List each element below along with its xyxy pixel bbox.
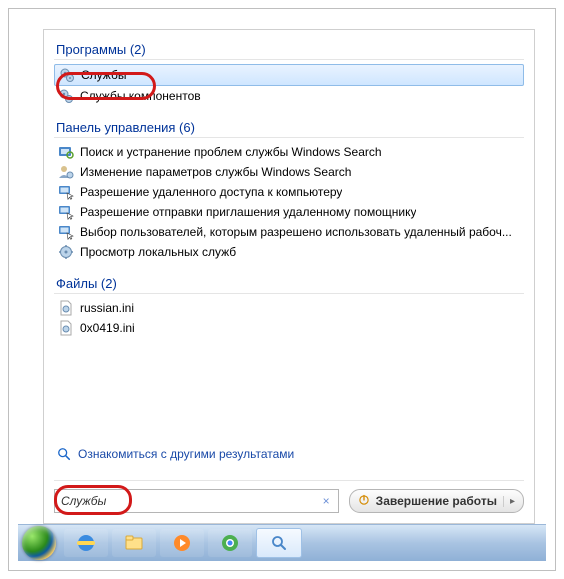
ini-file-icon (58, 300, 74, 316)
taskbar-chrome-icon[interactable] (208, 529, 252, 557)
taskbar (18, 524, 546, 561)
result-item[interactable]: Разрешение удаленного доступа к компьюте… (54, 182, 524, 202)
result-item[interactable]: Службы (54, 64, 524, 86)
result-item[interactable]: Изменение параметров службы Windows Sear… (54, 162, 524, 182)
chevron-right-icon[interactable]: ▸ (503, 496, 515, 507)
section-header: Программы (2) (54, 36, 524, 60)
result-item[interactable]: russian.ini (54, 298, 524, 318)
taskbar-ie-icon[interactable] (64, 529, 108, 557)
gears-icon (59, 67, 75, 83)
shutdown-button[interactable]: Завершение работы ▸ (349, 489, 524, 513)
see-more-label: Ознакомиться с другими результатами (78, 447, 294, 461)
result-item[interactable]: Поиск и устранение проблем службы Window… (54, 142, 524, 162)
shutdown-label: Завершение работы (376, 494, 497, 508)
section-items: Службы Службы компонентов (54, 64, 524, 106)
taskbar-wmp-icon[interactable] (160, 529, 204, 557)
result-item-label: Изменение параметров службы Windows Sear… (80, 165, 351, 179)
result-item-label: Выбор пользователей, которым разрешено и… (80, 225, 512, 239)
section-header: Панель управления (6) (54, 114, 524, 138)
result-item-label: Службы компонентов (80, 89, 201, 103)
result-item-label: Разрешение удаленного доступа к компьюте… (80, 185, 342, 199)
result-item-label: Просмотр локальных служб (80, 245, 236, 259)
clear-search-icon[interactable]: × (319, 494, 334, 508)
result-item[interactable]: Разрешение отправки приглашения удаленно… (54, 202, 524, 222)
section-items: Поиск и устранение проблем службы Window… (54, 142, 524, 262)
divider (54, 480, 524, 481)
remote-access-icon (58, 184, 74, 200)
see-more-results[interactable]: Ознакомиться с другими результатами (54, 446, 524, 462)
user-settings-icon (58, 164, 74, 180)
result-item[interactable]: Выбор пользователей, которым разрешено и… (54, 222, 524, 242)
result-item-label: Службы (81, 68, 126, 82)
result-item[interactable]: Службы компонентов (54, 86, 524, 106)
gears-icon (58, 88, 74, 104)
shutdown-icon (358, 494, 370, 509)
results-content: Программы (2) Службы Службы компонентов Пан… (54, 36, 524, 443)
result-item-label: Поиск и устранение проблем службы Window… (80, 145, 382, 159)
result-item[interactable]: Просмотр локальных служб (54, 242, 524, 262)
remote-invite-icon (58, 204, 74, 220)
troubleshoot-icon (58, 144, 74, 160)
taskbar-explorer-icon[interactable] (112, 529, 156, 557)
search-icon (56, 446, 72, 462)
taskbar-search-icon[interactable] (256, 528, 302, 558)
remote-users-icon (58, 224, 74, 240)
bottom-area: Ознакомиться с другими результатами × За… (54, 446, 524, 513)
search-input[interactable] (59, 493, 319, 509)
ini-file-icon (58, 320, 74, 336)
start-button[interactable] (22, 526, 56, 560)
outer-frame: Программы (2) Службы Службы компонентов Пан… (8, 8, 556, 571)
result-item-label: 0x0419.ini (80, 321, 135, 335)
start-menu-panel: Программы (2) Службы Службы компонентов Пан… (43, 29, 535, 524)
result-item-label: russian.ini (80, 301, 134, 315)
search-row: × Завершение работы ▸ (54, 489, 524, 513)
section-items: russian.ini 0x0419.ini (54, 298, 524, 338)
services-view-icon (58, 244, 74, 260)
result-item[interactable]: 0x0419.ini (54, 318, 524, 338)
search-box[interactable]: × (54, 489, 339, 513)
result-item-label: Разрешение отправки приглашения удаленно… (80, 205, 416, 219)
section-header: Файлы (2) (54, 270, 524, 294)
